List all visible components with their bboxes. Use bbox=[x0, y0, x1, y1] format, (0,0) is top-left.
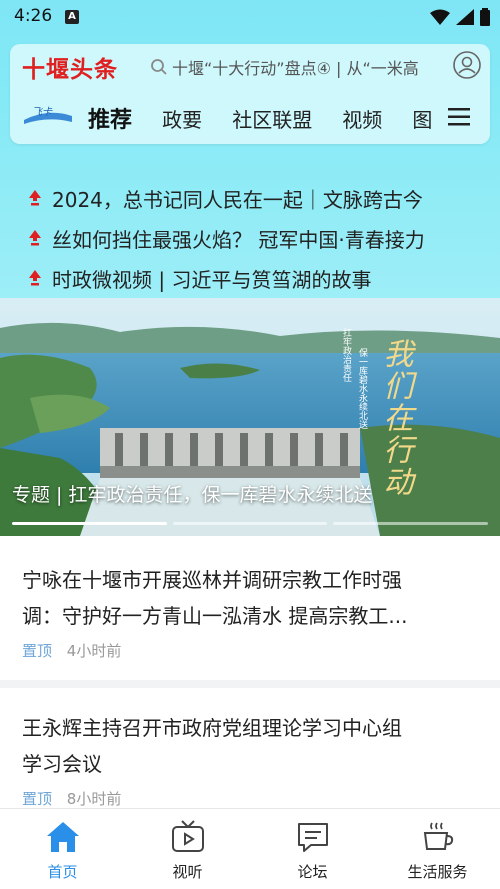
banner-vertical-text-1: 扛牢政治责任 bbox=[341, 327, 352, 383]
headline-item[interactable]: 2024，总书记同人民在一起｜文脉跨古今 bbox=[10, 178, 500, 218]
bottom-nav-home[interactable]: 首页 bbox=[0, 809, 125, 889]
status-time: 4:26 bbox=[14, 6, 53, 26]
news-meta: 置顶 8小时前 bbox=[22, 788, 478, 809]
pinned-badge: 置顶 bbox=[22, 642, 53, 660]
banner-caption: 专题 | 扛牢政治责任，保一库碧水永续北送 bbox=[12, 484, 373, 506]
bottom-nav-label: 首页 bbox=[47, 863, 78, 881]
news-time: 8小时前 bbox=[66, 790, 122, 808]
app-notification-icon: A bbox=[65, 10, 79, 24]
bottom-nav: 首页 视听 论坛 生活服务 bbox=[0, 808, 500, 889]
bottom-nav-label: 视听 bbox=[172, 863, 203, 881]
pinned-badge: 置顶 bbox=[22, 790, 53, 808]
banner-indicator bbox=[172, 522, 328, 525]
status-icons bbox=[430, 8, 490, 26]
news-title-line: 王永辉主持召开市政府党组理论学习中心组 bbox=[22, 716, 402, 740]
user-icon[interactable] bbox=[452, 50, 482, 80]
news-title: 宁咏在十堰市开展巡林并调研宗教工作时强 调：守护好一方青山一泓清水 提高宗教工.… bbox=[22, 562, 478, 634]
banner-indicator bbox=[12, 522, 167, 525]
bottom-nav-label: 生活服务 bbox=[407, 863, 468, 881]
news-title: 王永辉主持召开市政府党组理论学习中心组 学习会议 bbox=[22, 710, 478, 782]
hot-arrow-icon bbox=[29, 230, 41, 246]
banner-indicator bbox=[333, 522, 489, 525]
tab-politics[interactable]: 政要 bbox=[162, 104, 202, 133]
news-title-line: 宁咏在十堰市开展巡林并调研宗教工作时强 bbox=[22, 568, 402, 592]
search-hint-text[interactable]: 十堰“十大行动”盘点④ | 从“一米高 bbox=[172, 55, 419, 79]
news-time: 4小时前 bbox=[66, 642, 122, 660]
headline-item[interactable]: 时政微视频 | 习近平与筼筜湖的故事 bbox=[10, 258, 500, 298]
news-title-line: 调：守护好一方青山一泓清水 提高宗教工... bbox=[22, 604, 408, 628]
header-card: 十堰头条 十堰“十大行动”盘点④ | 从“一米高 飞卡 推荐 政要 社区联盟 视… bbox=[10, 44, 490, 144]
nav-brand-icon[interactable]: 飞卡 bbox=[22, 104, 74, 126]
search-bar[interactable]: 十堰“十大行动”盘点④ | 从“一米高 bbox=[150, 52, 450, 82]
channel-nav: 飞卡 推荐 政要 社区联盟 视频 图 bbox=[10, 94, 490, 140]
tab-recommend[interactable]: 推荐 bbox=[88, 102, 132, 134]
hot-arrow-icon bbox=[29, 270, 41, 286]
status-bar: 4:26 A bbox=[0, 0, 500, 34]
home-icon bbox=[46, 822, 79, 852]
banner-calligraphy: 我们在行动 bbox=[378, 338, 413, 498]
tv-icon bbox=[171, 820, 204, 852]
headline-text: 丝如何挡住最强火焰？ 冠军中国·青春接力 bbox=[52, 227, 425, 252]
headline-text: 2024，总书记同人民在一起｜文脉跨古今 bbox=[52, 187, 423, 212]
channel-tabs: 推荐 政要 社区联盟 视频 图 bbox=[88, 102, 438, 136]
headline-ticker: 2024，总书记同人民在一起｜文脉跨古今 丝如何挡住最强火焰？ 冠军中国·青春接… bbox=[10, 178, 500, 298]
banner-indicators bbox=[12, 522, 489, 526]
wifi-icon bbox=[430, 9, 450, 25]
menu-icon[interactable] bbox=[448, 108, 470, 126]
coffee-icon bbox=[423, 822, 453, 850]
bottom-nav-label: 论坛 bbox=[297, 863, 328, 881]
feature-banner[interactable]: 我们在行动 扛牢政治责任 保一库碧水永续北送 专题 | 扛牢政治责任，保一库碧水… bbox=[0, 298, 500, 536]
battery-icon bbox=[480, 8, 490, 26]
bottom-nav-services[interactable]: 生活服务 bbox=[375, 809, 500, 889]
app-logo[interactable]: 十堰头条 bbox=[22, 50, 118, 84]
tab-community[interactable]: 社区联盟 bbox=[232, 104, 312, 133]
tab-pictures[interactable]: 图 bbox=[412, 104, 432, 133]
bottom-nav-forum[interactable]: 论坛 bbox=[250, 809, 375, 889]
news-meta: 置顶 4小时前 bbox=[22, 640, 478, 661]
headline-text: 时政微视频 | 习近平与筼筜湖的故事 bbox=[52, 267, 372, 292]
signal-icon bbox=[456, 9, 474, 25]
chat-icon bbox=[297, 823, 328, 852]
tab-video[interactable]: 视频 bbox=[342, 104, 382, 133]
bottom-nav-media[interactable]: 视听 bbox=[125, 809, 250, 889]
nav-brand-text: 飞卡 bbox=[32, 106, 53, 118]
search-icon bbox=[151, 59, 167, 75]
news-item[interactable]: 王永辉主持召开市政府党组理论学习中心组 学习会议 置顶 8小时前 bbox=[0, 688, 500, 824]
news-item[interactable]: 宁咏在十堰市开展巡林并调研宗教工作时强 调：守护好一方青山一泓清水 提高宗教工.… bbox=[0, 540, 500, 688]
headline-item[interactable]: 丝如何挡住最强火焰？ 冠军中国·青春接力 bbox=[10, 218, 500, 258]
banner-vertical-text-2: 保一库碧水永续北送 bbox=[357, 347, 368, 430]
news-title-line: 学习会议 bbox=[22, 752, 102, 776]
hot-arrow-icon bbox=[29, 190, 41, 206]
news-list: 宁咏在十堰市开展巡林并调研宗教工作时强 调：守护好一方青山一泓清水 提高宗教工.… bbox=[0, 540, 500, 824]
